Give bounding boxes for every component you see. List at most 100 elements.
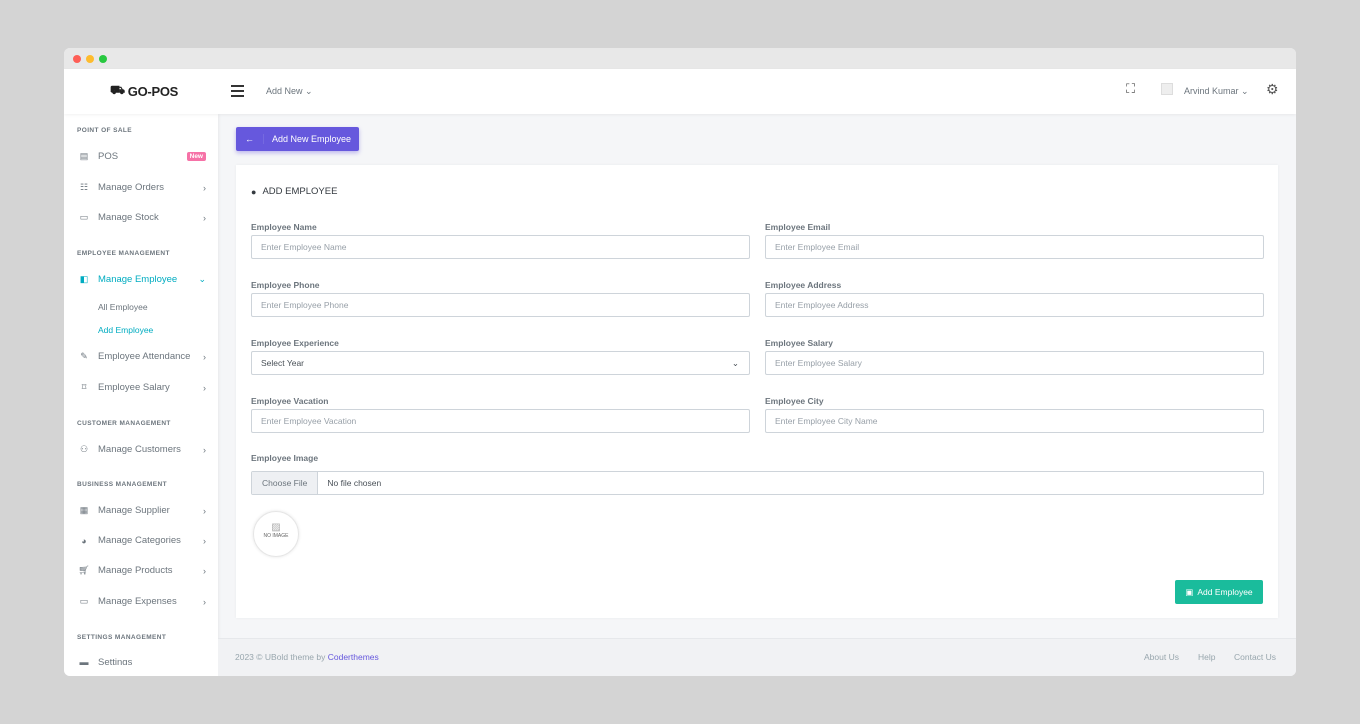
brand-name: GO-POS [127, 83, 179, 99]
app-window: ⛟ GO-POS Add New ⌄ ⛶ Arvind Kumar ⌄ ⚙ POI… [64, 48, 1296, 676]
item-label: Manage Employee [98, 274, 178, 285]
section-label: CUSTOMER MANAGEMENT [77, 420, 171, 427]
item-label: Manage Products [98, 565, 173, 576]
field-label: Employee Vacation [251, 396, 329, 406]
field-label: Employee Email [765, 222, 831, 232]
field-input[interactable]: Enter Employee Phone [251, 293, 750, 317]
user-name: Arvind Kumar [1184, 86, 1239, 96]
chevron-right-icon: › [203, 596, 206, 607]
field-input[interactable]: Enter Employee Address [765, 293, 1264, 317]
gear-icon[interactable]: ⚙ [1266, 81, 1279, 98]
item-label: Employee Salary [98, 382, 170, 393]
box-icon: ▭ [79, 212, 89, 222]
back-button[interactable]: ← Add New Employee [236, 127, 359, 151]
user-circle-icon: ● [251, 186, 257, 197]
field-input[interactable]: Enter Employee Name [251, 235, 750, 259]
list-icon: ☷ [79, 182, 89, 192]
sidebar-item-categories[interactable]: ◕ Manage Categories › [78, 535, 206, 546]
avatar[interactable] [1161, 83, 1173, 95]
sidebar-item-supplier[interactable]: ▦ Manage Supplier › [78, 505, 206, 516]
image-preview: ▨ NO IMAGE [253, 511, 299, 557]
subitem-all-employee[interactable]: All Employee [98, 302, 148, 312]
sidebar-item-expenses[interactable]: ▭ Manage Expenses › [78, 596, 206, 607]
field-input[interactable]: Enter Employee City Name [765, 409, 1264, 433]
users-icon: ⚇ [79, 444, 89, 454]
add-new-dropdown[interactable]: Add New ⌄ [266, 86, 313, 97]
minimize-dot[interactable] [86, 55, 94, 63]
field-label: Employee Address [765, 280, 842, 290]
sidebar-item-stock[interactable]: ▭ Manage Stock › [78, 212, 206, 223]
card-title-text: ADD EMPLOYEE [262, 186, 338, 197]
sidebar-item-pos[interactable]: ▤ POS New [78, 151, 206, 162]
section-label: BUSINESS MANAGEMENT [77, 481, 167, 488]
section-label: POINT OF SALE [77, 127, 133, 134]
file-status: No file chosen [327, 478, 382, 488]
add-employee-button[interactable]: ▣ Add Employee [1175, 580, 1263, 604]
copyright: 2023 © UBold theme by Coderthemes [235, 652, 379, 662]
add-employee-card: ● ADD EMPLOYEE Employee Name Enter Employe… [236, 165, 1278, 618]
item-label: Manage Categories [98, 535, 181, 546]
window-icon: ▭ [79, 596, 89, 606]
chevron-right-icon: › [203, 212, 206, 223]
image-label: Employee Image [251, 453, 319, 463]
salary-icon: ⌑ [81, 382, 87, 392]
footer: 2023 © UBold theme by Coderthemes About … [218, 638, 1296, 676]
sidebar: POINT OF SALE ▤ POS New ☷ Manage Orders › ▭ M… [64, 114, 218, 676]
sidebar-item-attendance[interactable]: ✎ Employee Attendance › [78, 351, 206, 362]
field-label: Employee Name [251, 222, 317, 232]
item-label: Manage Stock [98, 212, 159, 223]
image-placeholder-icon: ▨ [271, 522, 281, 533]
author-link[interactable]: Coderthemes [328, 652, 379, 662]
close-dot[interactable] [73, 55, 81, 63]
subitem-add-employee[interactable]: Add Employee [98, 325, 153, 335]
image-file-input[interactable]: Choose File No file chosen [251, 471, 1264, 495]
field-label: Employee City [765, 396, 824, 406]
chevron-right-icon: › [203, 505, 206, 516]
experience-select[interactable]: Select Year ⌄ [251, 351, 750, 375]
chevron-right-icon: › [203, 351, 206, 362]
contact-link[interactable]: Contact Us [1234, 652, 1276, 662]
item-label: POS [98, 151, 119, 162]
save-icon: ▣ [1185, 586, 1194, 597]
field-input[interactable]: Enter Employee Email [765, 235, 1264, 259]
chevron-right-icon: › [203, 444, 206, 455]
item-label: Settings [98, 657, 133, 665]
sidebar-item-customers[interactable]: ⚇ Manage Customers › [78, 444, 206, 455]
chevron-down-icon: ⌄ [198, 274, 206, 284]
sidebar-item-employee[interactable]: ◧ Manage Employee ⌄ [78, 274, 206, 285]
field-label: Employee Salary [765, 338, 834, 348]
field-input[interactable]: Enter Employee Salary [765, 351, 1264, 375]
pie-chart-icon: ◕ [81, 535, 87, 546]
item-label: Manage Orders [98, 182, 165, 193]
chevron-right-icon: › [203, 535, 206, 546]
settings-icon: ▬ [79, 657, 89, 665]
topbar: ⛟ GO-POS Add New ⌄ ⛶ Arvind Kumar ⌄ ⚙ [64, 69, 1296, 114]
chevron-right-icon: › [203, 382, 206, 393]
copyright-text: 2023 © UBold theme by [235, 652, 328, 662]
maximize-dot[interactable] [99, 55, 107, 63]
menu-toggle-icon[interactable] [231, 85, 244, 100]
section-label: EMPLOYEE MANAGEMENT [77, 250, 170, 257]
new-badge: New [186, 152, 206, 161]
chevron-right-icon: › [203, 182, 206, 193]
store-icon: ▦ [79, 505, 89, 515]
fullscreen-icon[interactable]: ⛶ [1126, 81, 1135, 97]
choose-file-button[interactable]: Choose File [252, 472, 319, 494]
field-label: Employee Phone [251, 280, 320, 290]
sidebar-item-products[interactable]: 🛒︎ Manage Products › [78, 565, 206, 576]
back-button-label: Add New Employee [272, 134, 352, 144]
select-value: Select Year [261, 358, 305, 368]
field-input[interactable]: Enter Employee Vacation [251, 409, 750, 433]
add-new-label: Add New [266, 86, 303, 96]
sidebar-item-salary[interactable]: ⌑ Employee Salary › [78, 382, 206, 393]
user-dropdown[interactable]: Arvind Kumar ⌄ [1184, 86, 1249, 97]
sidebar-item-orders[interactable]: ☷ Manage Orders › [78, 182, 206, 193]
attendance-icon: ✎ [80, 351, 88, 361]
section-label: SETTINGS MANAGEMENT [77, 634, 167, 641]
about-link[interactable]: About Us [1144, 652, 1179, 662]
logo[interactable]: ⛟ GO-POS [110, 83, 178, 99]
receipt-icon: ▤ [79, 151, 89, 161]
sidebar-item-settings[interactable]: ▬ Settings [78, 657, 206, 665]
chevron-down-icon: ⌄ [731, 358, 739, 368]
help-link[interactable]: Help [1198, 652, 1215, 662]
